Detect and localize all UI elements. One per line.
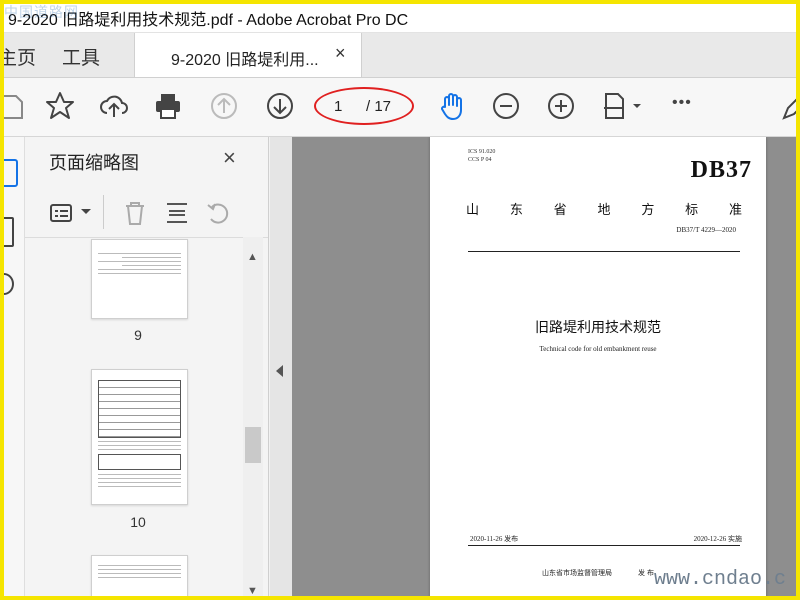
tab-tools[interactable]: 工具 (62, 43, 100, 70)
publish-label: 发 布 (638, 570, 654, 577)
hand-tool-icon[interactable] (436, 90, 468, 122)
watermark-bottom: www.cndao.c (654, 568, 787, 591)
thumbnail-page-number: 9 (134, 327, 142, 343)
document-view[interactable]: ICS 91.020 CCS P 04 DB37 山 东 省 地 方 标 准 D… (292, 137, 800, 600)
delete-page-icon[interactable] (121, 199, 149, 227)
thumbnails-list: 9 10 (25, 237, 241, 600)
tab-home[interactable]: 主页 (0, 43, 36, 70)
thumbnail-options-icon[interactable] (49, 199, 77, 227)
thumbnails-scrollbar[interactable]: ▲ ▼ (243, 237, 263, 600)
bookmarks-icon[interactable] (0, 217, 14, 247)
zoom-out-icon[interactable] (490, 90, 522, 122)
thumbnail-page-number: 10 (130, 514, 146, 530)
previous-page-icon[interactable] (208, 90, 240, 122)
watermark-top: 中国道路网 (4, 4, 79, 20)
toolbar: 1 / 17 ••• (0, 78, 800, 137)
tab-close-icon[interactable]: × (335, 43, 346, 64)
province-standard-heading: 山 东 省 地 方 标 准 (466, 202, 742, 217)
page-thumbnail-11[interactable] (91, 555, 188, 600)
upload-cloud-icon[interactable] (98, 90, 130, 122)
thumbnails-toolbar (25, 187, 268, 238)
document-title: 旧路堤利用技术规范 (535, 319, 661, 335)
print-icon[interactable] (152, 90, 184, 122)
bookmark-star-icon[interactable] (44, 90, 76, 122)
standard-code: DB37/T 4229—2020 (676, 226, 736, 234)
next-page-icon[interactable] (264, 90, 296, 122)
save-icon[interactable] (0, 90, 26, 122)
title-bar: 9-2020 旧路堤利用技术规范.pdf - Adobe Acrobat Pro… (0, 0, 800, 33)
page-thumbnail-9[interactable] (91, 239, 188, 319)
tab-document-label: 9-2020 旧路堤利用... (171, 52, 319, 69)
footer-rule (468, 545, 740, 546)
close-panel-icon[interactable]: × (223, 145, 236, 171)
page-fit-icon[interactable] (600, 90, 644, 122)
document-page: ICS 91.020 CCS P 04 DB37 山 东 省 地 方 标 准 D… (430, 137, 766, 600)
edit-pencil-icon[interactable] (780, 90, 800, 122)
scroll-up-icon[interactable]: ▲ (247, 251, 258, 263)
options-dropdown-icon[interactable] (81, 209, 91, 214)
ccs-code: CCS P 04 (468, 157, 492, 163)
panel-collapse-handle[interactable] (270, 137, 292, 600)
db-logo: DB37 (690, 157, 752, 183)
page-thumbnails-icon[interactable] (0, 159, 18, 187)
rotate-page-icon[interactable] (205, 199, 233, 227)
zoom-in-icon[interactable] (545, 90, 577, 122)
issue-date: 2020-11-26 发布 (470, 535, 519, 543)
red-annotation-oval (314, 87, 414, 125)
issuing-authority: 山东省市场监督管理局 (542, 570, 612, 577)
more-tools-icon[interactable]: ••• (672, 94, 704, 126)
scrollbar-thumb[interactable] (245, 427, 261, 463)
page-number-field[interactable]: 1 / 17 (314, 87, 414, 125)
tab-bar: 主页 工具 9-2020 旧路堤利用... × (0, 33, 800, 78)
implementation-date: 2020-12-26 实施 (693, 535, 742, 543)
document-english-title: Technical code for old embankment reuse (539, 345, 657, 353)
ics-code: ICS 91.020 (468, 149, 496, 155)
scroll-down-icon[interactable]: ▼ (247, 585, 258, 597)
thumbnails-panel-title: 页面缩略图 (49, 153, 139, 173)
thumbnails-panel: 页面缩略图 × 9 10 ▲ ▼ (25, 137, 269, 600)
attachments-icon[interactable] (0, 273, 14, 295)
tab-document[interactable]: 9-2020 旧路堤利用... × (134, 33, 362, 77)
collapse-arrow-icon (276, 365, 283, 377)
insert-page-icon[interactable] (163, 199, 191, 227)
navigation-rail (0, 137, 25, 600)
page-thumbnail-10[interactable] (91, 369, 188, 505)
header-rule (468, 251, 740, 252)
toolbar-divider (103, 195, 104, 229)
